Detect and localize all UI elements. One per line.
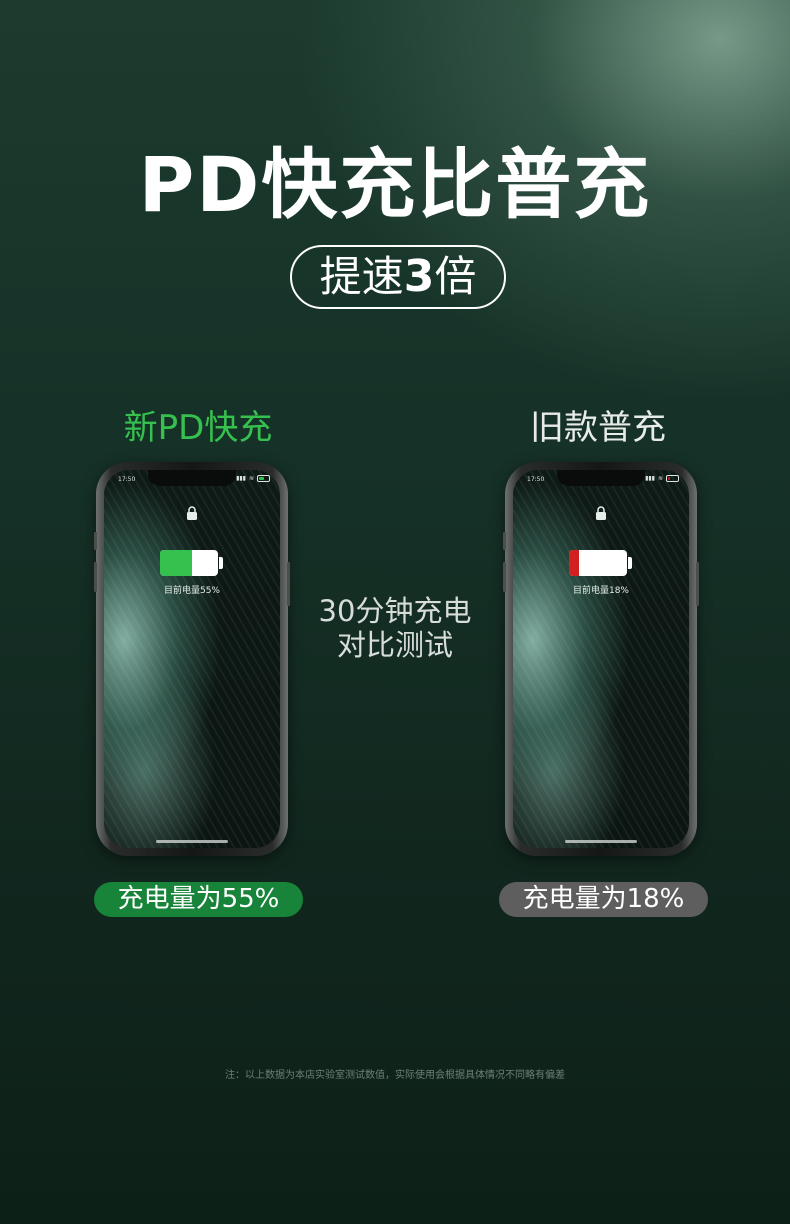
speed-up-prefix: 提速 <box>319 252 404 301</box>
test-description-line1: 30分钟充电 <box>318 594 472 628</box>
battery-tip <box>219 557 223 569</box>
battery-level <box>569 550 580 576</box>
wallpaper-texture <box>513 470 689 848</box>
phone-side-button <box>503 532 506 550</box>
signal-icon: ▮▮▮ <box>645 475 655 482</box>
phone-side-button <box>94 532 97 550</box>
phone-side-button <box>503 562 506 592</box>
status-icons: ▮▮▮ ≋ <box>236 475 270 482</box>
speed-up-badge: 提速3倍 <box>290 245 506 309</box>
phone-side-button <box>287 562 290 606</box>
phone-notch <box>557 470 645 486</box>
battery-indicator <box>160 550 218 576</box>
headline-title: PD快充比普充 <box>138 140 652 229</box>
result-badge-new: 充电量为55% <box>94 882 303 917</box>
disclaimer-footnote: 注：以上数据为本店实验室测试数值，实际使用会根据具体情况不同略有偏差 <box>225 1070 565 1081</box>
status-time: 17:50 <box>118 476 136 483</box>
signal-icon: ▮▮▮ <box>236 475 246 482</box>
old-charger-label: 旧款普充 <box>530 408 666 448</box>
battery-tip <box>628 557 632 569</box>
phone-screen: 17:50 ▮▮▮ ≋ 目前电量55% <box>104 470 280 848</box>
wifi-icon: ≋ <box>657 475 663 482</box>
home-indicator <box>565 840 637 843</box>
status-battery-icon <box>257 475 270 482</box>
result-badge-old: 充电量为18% <box>499 882 708 917</box>
phone-notch <box>148 470 236 486</box>
status-icons: ▮▮▮ ≋ <box>645 475 679 482</box>
battery-caption: 目前电量18% <box>572 586 629 596</box>
battery-caption: 目前电量55% <box>163 586 220 596</box>
speed-up-number: 3 <box>403 251 435 302</box>
home-indicator <box>156 840 228 843</box>
lock-icon <box>187 506 197 520</box>
phone-side-button <box>696 562 699 606</box>
test-description-line2: 对比测试 <box>336 628 453 662</box>
phone-screen: 17:50 ▮▮▮ ≋ 目前电量18% <box>513 470 689 848</box>
new-pd-label: 新PD快充 <box>123 408 273 448</box>
phone-mockup-left: 17:50 ▮▮▮ ≋ 目前电量55% <box>94 462 290 856</box>
status-battery-icon <box>666 475 679 482</box>
wifi-icon: ≋ <box>248 475 254 482</box>
battery-level <box>160 550 192 576</box>
battery-indicator <box>569 550 627 576</box>
phone-side-button <box>94 562 97 592</box>
product-banner: PD快充比普充 提速3倍 新PD快充 旧款普充 17:50 ▮▮▮ ≋ 目前电量… <box>0 0 790 1224</box>
status-time: 17:50 <box>527 476 545 483</box>
wallpaper-texture <box>104 470 280 848</box>
test-description: 30分钟充电 对比测试 <box>300 594 490 662</box>
speed-up-suffix: 倍 <box>434 252 477 301</box>
phone-mockup-right: 17:50 ▮▮▮ ≋ 目前电量18% <box>503 462 699 856</box>
lock-icon <box>596 506 606 520</box>
